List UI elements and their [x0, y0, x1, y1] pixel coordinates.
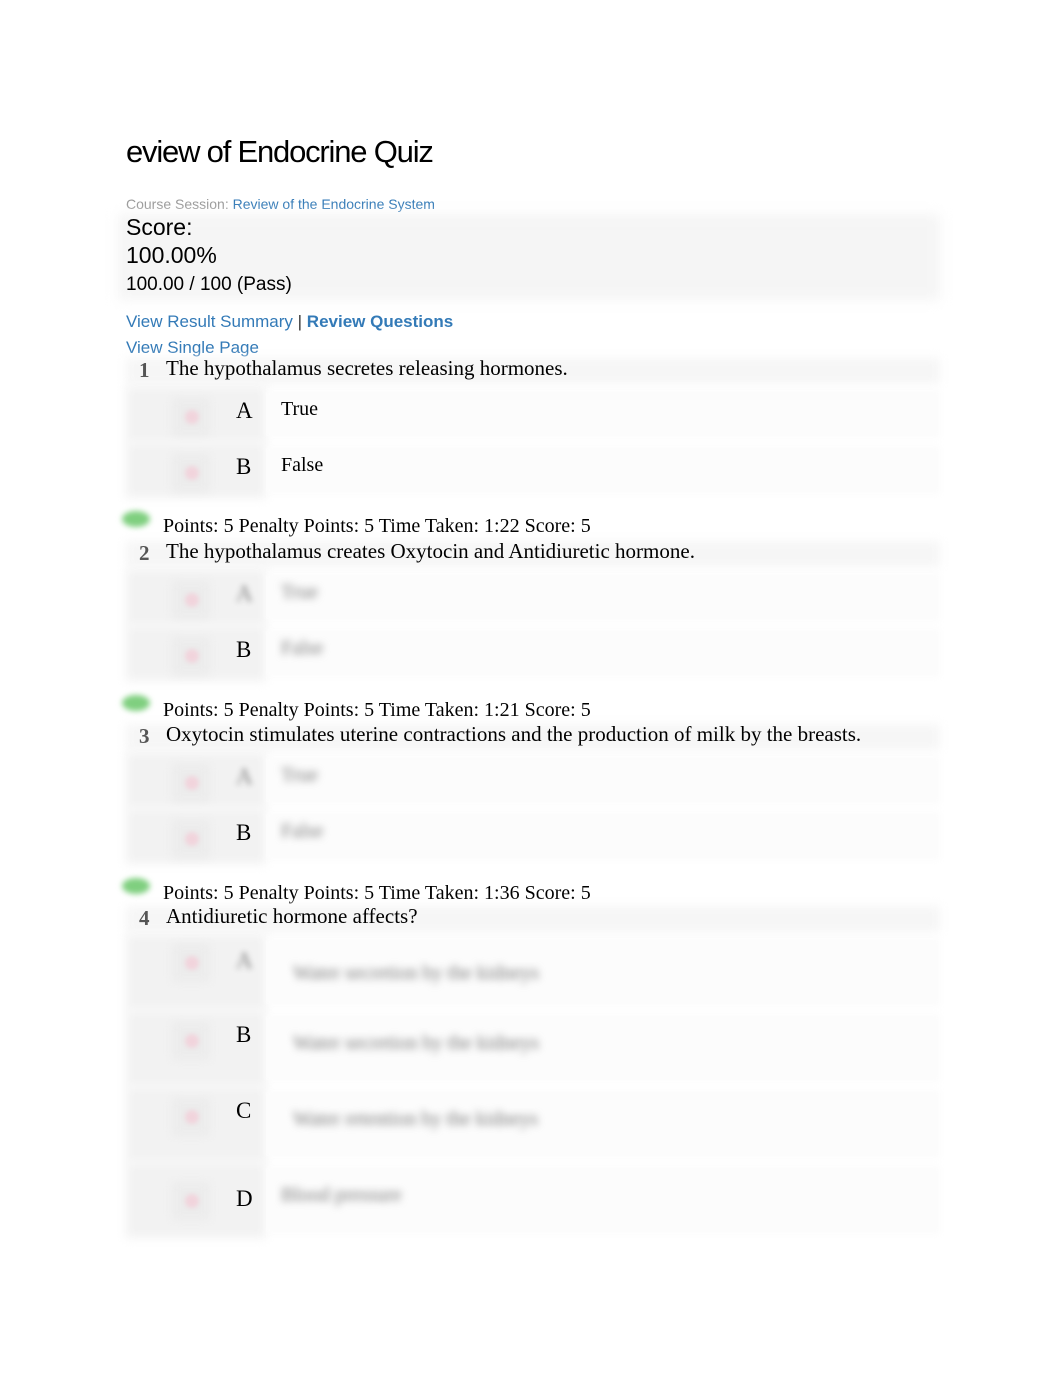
course-session-link[interactable]: Review of the Endocrine System: [233, 196, 435, 212]
question-header: 1 The hypothalamus secretes releasing ho…: [126, 356, 940, 386]
answer-marker-icon: [185, 1110, 199, 1124]
check-icon: [122, 695, 150, 711]
view-single-page-link[interactable]: View Single Page: [126, 338, 259, 357]
result-nav: View Result Summary | Review Questions V…: [126, 309, 453, 361]
question-header: 4 Antidiuretic hormone affects?: [126, 904, 940, 934]
option-text: Water retention by the kidneys: [293, 1108, 538, 1130]
answer-option[interactable]: B False: [126, 625, 940, 681]
question-3: 3 Oxytocin stimulates uterine contractio…: [122, 722, 940, 906]
question-number: 4: [139, 906, 150, 930]
option-text: True: [281, 398, 319, 420]
answer-marker-icon: [185, 1194, 199, 1208]
question-header: 2 The hypothalamus creates Oxytocin and …: [126, 539, 940, 569]
review-questions-link[interactable]: Review Questions: [307, 312, 453, 331]
option-letter: B: [236, 820, 252, 845]
option-letter: B: [236, 1022, 252, 1047]
course-session-label: Course Session:: [126, 196, 229, 212]
check-icon: [122, 878, 150, 894]
option-letter: D: [236, 1186, 253, 1211]
score-percent: 100.00%: [126, 242, 217, 268]
result-text: Points: 5 Penalty Points: 5 Time Taken: …: [163, 515, 591, 537]
option-text: False: [281, 820, 324, 842]
question-result: Points: 5 Penalty Points: 5 Time Taken: …: [122, 695, 940, 723]
question-text: Oxytocin stimulates uterine contractions…: [166, 722, 862, 746]
answer-option[interactable]: A True: [126, 569, 940, 625]
answer-marker-icon: [185, 832, 199, 846]
question-2: 2 The hypothalamus creates Oxytocin and …: [122, 539, 940, 723]
answer-option[interactable]: D Blood pressure: [126, 1162, 940, 1238]
answer-option[interactable]: B False: [126, 442, 940, 498]
option-text: True: [281, 581, 319, 603]
view-result-summary-link[interactable]: View Result Summary: [126, 312, 293, 331]
answer-option[interactable]: A Water secretion by the kidneys: [126, 934, 940, 1010]
question-result: Points: 5 Penalty Points: 5 Time Taken: …: [122, 878, 940, 906]
answer-marker-icon: [185, 410, 199, 424]
question-result: Points: 5 Penalty Points: 5 Time Taken: …: [122, 511, 940, 539]
option-letter: A: [236, 948, 253, 973]
question-text: The hypothalamus creates Oxytocin and An…: [166, 539, 695, 563]
score-label: Score:: [126, 214, 193, 240]
option-text: Blood pressure: [281, 1184, 402, 1206]
option-letter: C: [236, 1098, 252, 1123]
page-title: eview of Endocrine Quiz: [126, 134, 434, 169]
question-number: 2: [139, 541, 150, 565]
score-detail: 100.00 / 100 (Pass): [126, 274, 292, 295]
option-letter: A: [236, 581, 253, 606]
score-panel: Score: 100.00% 100.00 / 100 (Pass): [126, 213, 292, 301]
question-number: 1: [139, 358, 150, 382]
answer-option[interactable]: B False: [126, 808, 940, 864]
result-text: Points: 5 Penalty Points: 5 Time Taken: …: [163, 882, 591, 904]
option-text: True: [281, 764, 319, 786]
option-letter: B: [236, 637, 252, 662]
question-header: 3 Oxytocin stimulates uterine contractio…: [126, 722, 940, 752]
answer-marker-icon: [185, 466, 199, 480]
answer-option[interactable]: A True: [126, 752, 940, 808]
question-1: 1 The hypothalamus secretes releasing ho…: [122, 356, 940, 539]
nav-separator: |: [297, 312, 303, 331]
question-4: 4 Antidiuretic hormone affects? A Water …: [126, 904, 940, 1238]
answer-option[interactable]: A True: [126, 386, 940, 442]
question-text: Antidiuretic hormone affects?: [166, 904, 418, 928]
option-letter: A: [236, 764, 253, 789]
question-text: The hypothalamus secretes releasing horm…: [166, 356, 568, 380]
answer-option[interactable]: B Water secretion by the kidneys: [126, 1010, 940, 1086]
option-text: Water secretion by the kidneys: [293, 1032, 540, 1054]
answer-marker-icon: [185, 956, 199, 970]
question-number: 3: [139, 724, 150, 748]
option-text: False: [281, 637, 324, 659]
answer-marker-icon: [185, 649, 199, 663]
answer-option[interactable]: C Water retention by the kidneys: [126, 1086, 940, 1162]
course-session: Course Session: Review of the Endocrine …: [126, 196, 435, 212]
answer-marker-icon: [185, 776, 199, 790]
check-icon: [122, 511, 150, 527]
option-text: False: [281, 454, 324, 476]
option-letter: A: [236, 398, 253, 423]
result-text: Points: 5 Penalty Points: 5 Time Taken: …: [163, 699, 591, 721]
answer-marker-icon: [185, 1034, 199, 1048]
answer-marker-icon: [185, 593, 199, 607]
option-text: Water secretion by the kidneys: [293, 962, 540, 984]
option-letter: B: [236, 454, 252, 479]
